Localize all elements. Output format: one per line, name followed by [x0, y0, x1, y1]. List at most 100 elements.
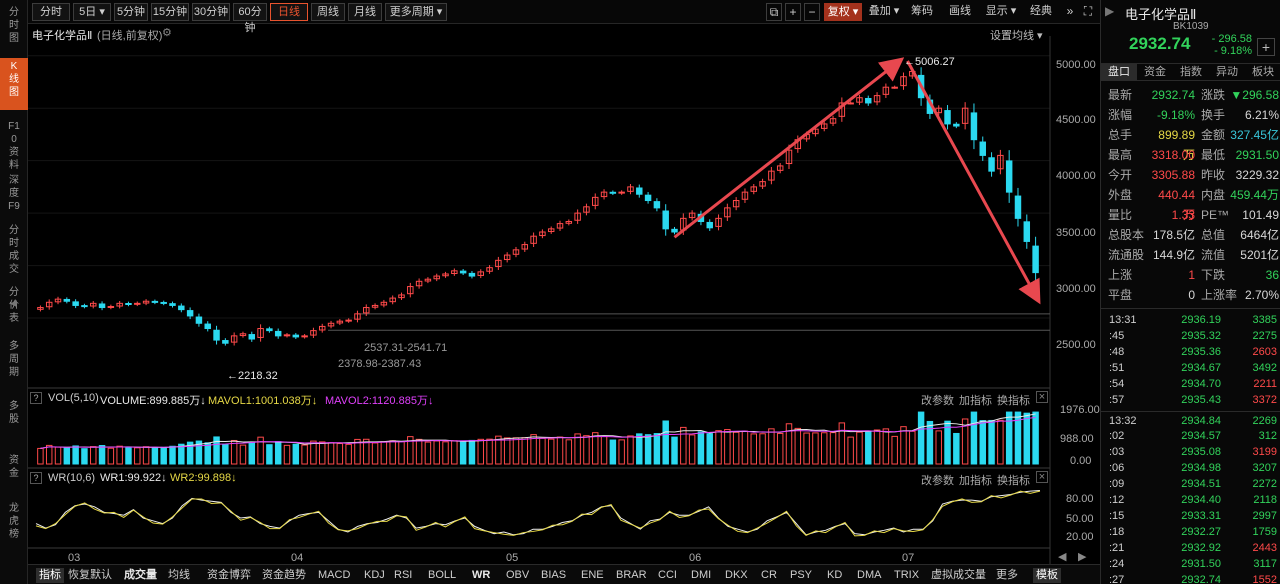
x-label-05: 05 [506, 552, 519, 564]
tab-15min[interactable]: 15分钟 [151, 3, 189, 21]
indicator-tab[interactable]: OBV [506, 568, 529, 583]
plus-icon[interactable]: + [785, 3, 801, 21]
volume-bar [371, 442, 379, 465]
overlay-button[interactable]: 叠加 ▾ [865, 3, 903, 21]
candle-body [671, 228, 678, 233]
tab-daily[interactable]: 日线 [270, 3, 308, 21]
chips-button[interactable]: 筹码 [906, 3, 938, 21]
sidebar-item-timeshare[interactable]: 分时图 [0, 4, 28, 47]
vol-switch-indicator[interactable]: 换指标 [997, 392, 1030, 408]
wr-wr2-value: WR2:99.898 [170, 472, 232, 484]
wr-close-icon[interactable]: × [1036, 471, 1048, 483]
y-label-4500: 4500.00 [1056, 114, 1096, 126]
scroll-right-icon[interactable]: ▶ [1078, 550, 1086, 563]
tab-sector[interactable]: 板块 [1245, 64, 1280, 81]
wr-add-indicator[interactable]: 加指标 [959, 472, 992, 488]
vol-add-indicator[interactable]: 加指标 [959, 392, 992, 408]
window-icon[interactable]: ⧉ [766, 3, 782, 21]
sidebar-item-multi-period[interactable]: 多周期 [0, 338, 28, 381]
tab-30min[interactable]: 30分钟 [192, 3, 230, 21]
tab-index[interactable]: 指数 [1173, 64, 1209, 81]
indicator-tab[interactable]: ENE [581, 568, 604, 583]
volume-bar [847, 436, 854, 465]
wr-edit-params[interactable]: 改参数 [921, 472, 954, 488]
ma-settings-button[interactable]: 设置均线 ▾ [990, 27, 1043, 43]
tab-monthly[interactable]: 月线 [348, 3, 382, 21]
indicator-tab[interactable]: KD [827, 568, 842, 583]
sidebar-item-dragon-tiger[interactable]: 龙虎榜 [0, 500, 28, 543]
more-periods-dropdown[interactable]: 更多周期 ▾ [385, 3, 447, 21]
fullscreen-icon[interactable]: ⛶ [1080, 3, 1096, 21]
indicator-tab[interactable]: 更多 [996, 568, 1018, 583]
indicator-tab[interactable]: CR [761, 568, 777, 583]
tab-order-book[interactable]: 盘口 [1101, 64, 1137, 81]
volume-bar [266, 444, 273, 465]
indicator-tab[interactable]: BRAR [616, 568, 647, 583]
vol-close-icon[interactable]: × [1036, 391, 1048, 403]
volume-bar [1023, 412, 1031, 465]
collapse-right-icon[interactable]: ▶ [1105, 4, 1114, 18]
stat-value: 144.9亿 [1152, 248, 1195, 262]
display-button[interactable]: 显示 ▾ [982, 3, 1020, 21]
vol-mavol2-value: MAVOL2:1120.885万 [325, 395, 428, 407]
scroll-left-icon[interactable]: ◀ [1058, 550, 1066, 563]
vol-title: VOL(5,10) [48, 392, 99, 404]
stat-label: PE™ [1201, 208, 1230, 222]
classic-button[interactable]: 经典 [1024, 3, 1058, 21]
wr-switch-indicator[interactable]: 换指标 [997, 472, 1030, 488]
indicator-tab[interactable]: 均线 [168, 568, 190, 583]
tab-60min[interactable]: 60分钟 [233, 3, 267, 34]
add-watchlist-button[interactable]: + [1257, 38, 1275, 56]
indicator-tab[interactable]: RSI [394, 568, 412, 583]
indicator-tab[interactable]: DKX [725, 568, 748, 583]
wr-help-icon[interactable]: ? [30, 472, 42, 484]
sidebar-item-kline[interactable]: K线图 [0, 58, 28, 110]
minus-icon[interactable]: − [804, 3, 820, 21]
settings-icon[interactable]: ⚙ [162, 26, 172, 39]
volume-bar [653, 433, 661, 465]
vol-help-icon[interactable]: ? [30, 392, 42, 404]
draw-line-button[interactable]: 画线 [944, 3, 976, 21]
volume-bar [988, 419, 995, 465]
volume-bar [433, 440, 440, 465]
volume-bar [741, 430, 749, 465]
tab-weekly[interactable]: 周线 [311, 3, 345, 21]
indicator-tab[interactable]: 虚拟成交量 [931, 568, 986, 583]
volume-bar [318, 441, 326, 465]
indicator-tab[interactable]: DMA [857, 568, 881, 583]
sidebar-item-funds[interactable]: 资金 [0, 452, 28, 482]
indicator-tab[interactable]: BOLL [428, 568, 456, 583]
indicator-tab[interactable]: PSY [790, 568, 812, 583]
volume-bar [477, 438, 484, 465]
indicator-tab[interactable]: 资金趋势 [262, 568, 306, 583]
volume-bar [503, 437, 511, 465]
tab-timeshare[interactable]: 分时 [32, 3, 70, 21]
tab-funds[interactable]: 资金 [1137, 64, 1173, 81]
volume-bar [873, 429, 881, 465]
tab-movement[interactable]: 异动 [1209, 64, 1245, 81]
indicator-tab[interactable]: CCI [658, 568, 677, 583]
indicator-tab[interactable]: TRIX [894, 568, 919, 583]
fast-forward-icon[interactable]: » [1062, 3, 1078, 21]
indicator-tab[interactable]: 资金博弈 [207, 568, 251, 583]
indicator-tab[interactable]: 指标 [36, 568, 64, 583]
sidebar-item-f10[interactable]: F10资料 [0, 118, 28, 174]
indicator-tab[interactable]: BIAS [541, 568, 566, 583]
tick-list: 13:31 2936.19 3385:45 2935.32 2275:48 2935.36… [1101, 308, 1280, 584]
tab-5min[interactable]: 5分钟 [114, 3, 148, 21]
indicator-tab[interactable]: 恢复默认 [68, 568, 112, 583]
indicator-tab[interactable]: DMI [691, 568, 711, 583]
indicator-tab[interactable]: MACD [318, 568, 350, 583]
indicator-tab[interactable]: WR [472, 568, 490, 583]
sidebar-item-multi-stock[interactable]: 多股 [0, 398, 28, 428]
adjust-dropdown[interactable]: 复权 ▾ [824, 3, 862, 21]
tab-5day[interactable]: 5日 ▾ [73, 3, 111, 21]
collapse-arrow-icon[interactable]: ◀ [10, 298, 17, 309]
sidebar-item-depth[interactable]: 深度F9 [0, 172, 28, 215]
indicator-tab[interactable]: KDJ [364, 568, 385, 583]
volume-bar [644, 434, 652, 465]
indicator-tab[interactable]: 成交量 [124, 568, 157, 583]
indicator-tab[interactable]: 模板 [1033, 568, 1061, 583]
sidebar-item-trades[interactable]: 分时成交 [0, 222, 28, 278]
vol-edit-params[interactable]: 改参数 [921, 392, 954, 408]
